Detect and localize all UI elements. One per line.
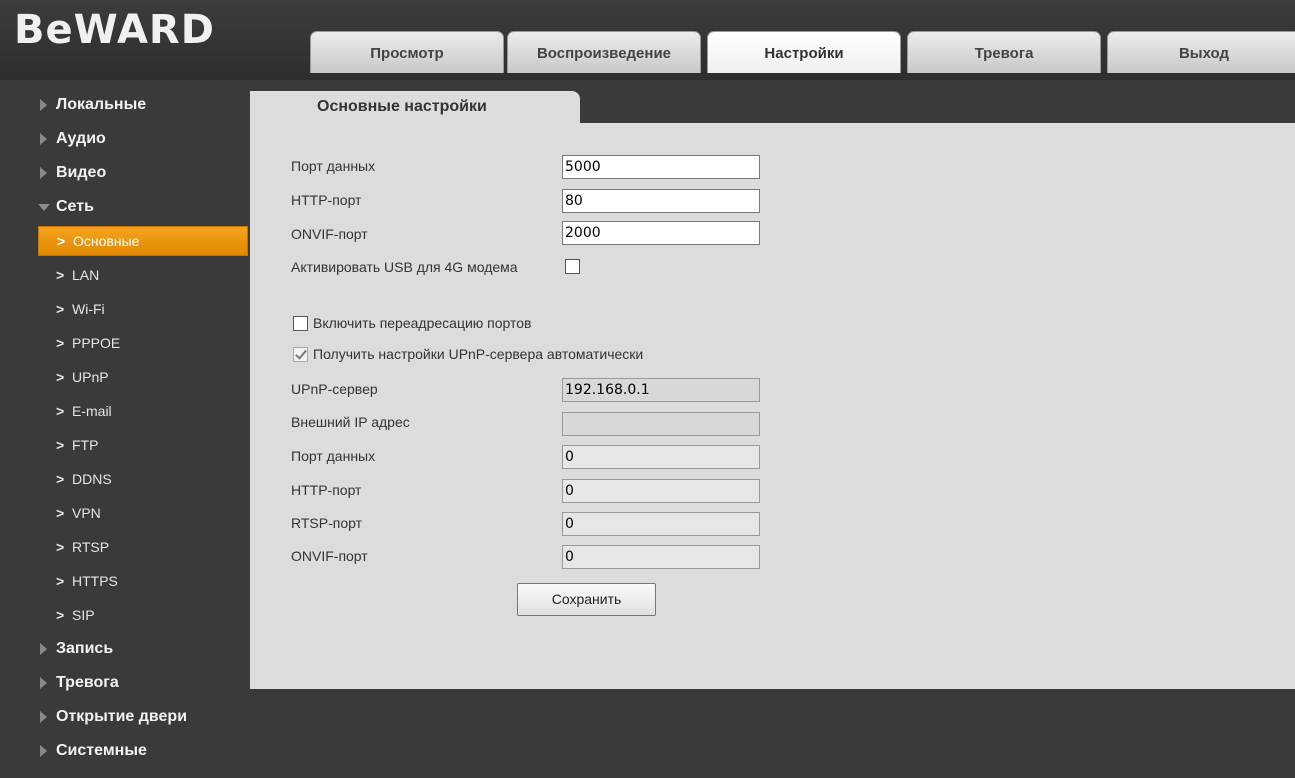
- external-ip-label: Внешний IP адрес: [291, 414, 410, 430]
- chevron-right-icon: >: [56, 403, 65, 419]
- sidebar-item-upnp[interactable]: > UPnP: [38, 360, 248, 394]
- chevron-right-icon: >: [56, 573, 65, 589]
- sidebar-item-label: UPnP: [72, 369, 109, 385]
- panel-title: Основные настройки: [317, 98, 487, 115]
- ext-http-port-input[interactable]: [562, 479, 760, 503]
- tab-playback[interactable]: Воспроизведение: [507, 31, 701, 73]
- sidebar-item-label: SIP: [72, 607, 95, 623]
- chevron-right-icon: >: [56, 335, 65, 351]
- external-ip-input[interactable]: [562, 412, 760, 436]
- triangle-right-icon: [40, 677, 47, 689]
- sidebar-section-network[interactable]: Сеть: [38, 190, 248, 224]
- triangle-right-icon: [40, 167, 47, 179]
- chevron-right-icon: >: [56, 505, 65, 521]
- sidebar-item-sip[interactable]: > SIP: [38, 598, 248, 632]
- upnp-auto-checkbox[interactable]: [293, 347, 308, 362]
- chevron-right-icon: >: [57, 233, 66, 249]
- sidebar-section-label: Локальные: [56, 96, 147, 113]
- tab-alarm[interactable]: Тревога: [907, 31, 1101, 73]
- sidebar-section-alarm[interactable]: Тревога: [38, 666, 248, 700]
- tab-settings[interactable]: Настройки: [707, 31, 901, 73]
- triangle-down-icon: [38, 204, 50, 211]
- port-forward-checkbox[interactable]: [293, 316, 308, 331]
- sidebar-item-https[interactable]: > HTTPS: [38, 564, 248, 598]
- sidebar-section-record[interactable]: Запись: [38, 632, 248, 666]
- sidebar-item-label: E-mail: [72, 403, 112, 419]
- sidebar-item-label: VPN: [72, 505, 101, 521]
- triangle-right-icon: [40, 745, 47, 757]
- ext-rtsp-port-input[interactable]: [562, 512, 760, 536]
- ext-onvif-port-input[interactable]: [562, 545, 760, 569]
- sidebar-item-lan[interactable]: > LAN: [38, 258, 248, 292]
- chevron-right-icon: >: [56, 369, 65, 385]
- sidebar-section-label: Тревога: [56, 674, 119, 691]
- sidebar-section-label: Запись: [56, 640, 114, 657]
- tab-exit[interactable]: Выход: [1107, 31, 1295, 73]
- data-port-input[interactable]: [562, 155, 760, 179]
- sidebar-item-ddns[interactable]: > DDNS: [38, 462, 248, 496]
- sidebar-item-label: FTP: [72, 437, 99, 453]
- sidebar-item-label: Основные: [73, 233, 140, 249]
- sidebar-section-system[interactable]: Системные: [38, 734, 248, 768]
- chevron-right-icon: >: [56, 301, 65, 317]
- http-port-input[interactable]: [562, 189, 760, 213]
- upnp-auto-label: Получить настройки UPnP-сервера автомати…: [313, 346, 644, 362]
- sidebar-section-label: Видео: [56, 164, 107, 181]
- settings-panel: [250, 123, 1295, 689]
- chevron-right-icon: >: [56, 267, 65, 283]
- onvif-port-input[interactable]: [562, 221, 760, 245]
- sidebar-section-label: Открытие двери: [56, 708, 188, 725]
- sidebar-item-label: PPPOE: [72, 335, 121, 351]
- http-port-label: HTTP-порт: [291, 192, 362, 208]
- sidebar-item-ftp[interactable]: > FTP: [38, 428, 248, 462]
- triangle-right-icon: [40, 643, 47, 655]
- sidebar-item-wifi[interactable]: > Wi-Fi: [38, 292, 248, 326]
- ext-data-port-label: Порт данных: [291, 448, 376, 464]
- ext-rtsp-port-label: RTSP-порт: [291, 515, 363, 531]
- usb-4g-checkbox[interactable]: [565, 259, 580, 274]
- sidebar-section-label: Сеть: [56, 198, 94, 215]
- triangle-right-icon: [40, 133, 47, 145]
- sidebar-section-audio[interactable]: Аудио: [38, 122, 248, 156]
- upnp-server-input[interactable]: [562, 378, 760, 402]
- onvif-port-label: ONVIF-порт: [291, 226, 368, 242]
- sidebar: Локальные Аудио Видео Сеть > Основные > …: [38, 88, 248, 768]
- sidebar-item-vpn[interactable]: > VPN: [38, 496, 248, 530]
- chevron-right-icon: >: [56, 539, 65, 555]
- sidebar-item-label: HTTPS: [72, 573, 118, 589]
- ext-onvif-port-label: ONVIF-порт: [291, 548, 368, 564]
- sidebar-item-label: RTSP: [72, 539, 110, 555]
- chevron-right-icon: >: [56, 471, 65, 487]
- sidebar-item-pppoe[interactable]: > PPPOE: [38, 326, 248, 360]
- triangle-right-icon: [40, 99, 47, 111]
- beward-logo: BeWARD: [14, 7, 215, 53]
- ext-data-port-input[interactable]: [562, 445, 760, 469]
- usb-4g-label: Активировать USB для 4G модема: [291, 259, 518, 275]
- sidebar-item-label: DDNS: [72, 471, 112, 487]
- ext-http-port-label: HTTP-порт: [291, 482, 362, 498]
- port-forward-label: Включить переадресацию портов: [313, 315, 532, 331]
- sidebar-item-label: Wi-Fi: [72, 301, 105, 317]
- sidebar-item-basic[interactable]: > Основные: [38, 226, 248, 256]
- tab-view[interactable]: Просмотр: [310, 31, 504, 73]
- sidebar-section-local[interactable]: Локальные: [38, 88, 248, 122]
- sidebar-item-rtsp[interactable]: > RTSP: [38, 530, 248, 564]
- sidebar-section-door[interactable]: Открытие двери: [38, 700, 248, 734]
- chevron-right-icon: >: [56, 607, 65, 623]
- sidebar-section-label: Системные: [56, 742, 147, 759]
- data-port-label: Порт данных: [291, 158, 376, 174]
- header-bar: BeWARD Просмотр Воспроизведение Настройк…: [0, 0, 1295, 80]
- sidebar-section-label: Аудио: [56, 130, 106, 147]
- triangle-right-icon: [40, 711, 47, 723]
- sidebar-item-email[interactable]: > E-mail: [38, 394, 248, 428]
- chevron-right-icon: >: [56, 437, 65, 453]
- upnp-server-label: UPnP-сервер: [291, 381, 378, 397]
- sidebar-section-video[interactable]: Видео: [38, 156, 248, 190]
- sidebar-item-label: LAN: [72, 267, 100, 283]
- save-button[interactable]: Сохранить: [517, 583, 656, 616]
